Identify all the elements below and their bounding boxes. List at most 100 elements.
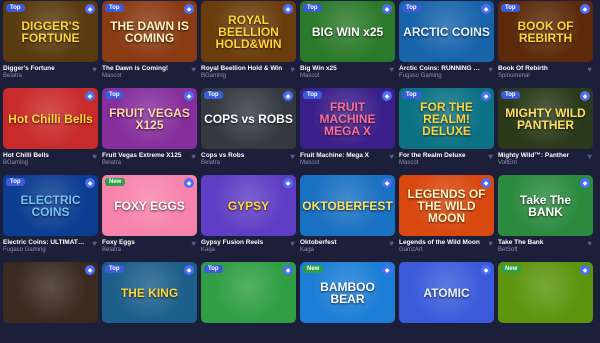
game-card[interactable]: OKTOBERFEST ◆ Oktoberfest Kaga ♥ — [300, 175, 395, 256]
game-title: Take The Bank — [498, 239, 544, 246]
heart-icon[interactable]: ♥ — [389, 152, 394, 161]
game-title: Hot Chilli Bells — [3, 152, 49, 159]
game-card[interactable]: New ◆ — [498, 262, 593, 343]
gem-icon: ◆ — [85, 4, 95, 14]
heart-icon[interactable]: ♥ — [587, 152, 592, 161]
game-card[interactable]: BIG WIN x25 Top ◆ Big Win x25 Mascot ♥ — [300, 1, 395, 82]
gem-icon: ◆ — [85, 91, 95, 101]
game-title: Big Win x25 — [300, 65, 337, 72]
heart-icon[interactable]: ♥ — [191, 239, 196, 248]
game-thumbnail[interactable]: ROYAL BEELLION HOLD&WIN ◆ — [201, 1, 296, 62]
heart-icon[interactable]: ♥ — [488, 239, 493, 248]
game-card[interactable]: Top ◆ — [201, 262, 296, 343]
game-info: Royal Beellion Hold & Win BGaming ♥ — [201, 62, 296, 82]
game-badge: Top — [105, 4, 124, 12]
game-card[interactable]: ARCTIC COINS Top ◆ Arctic Coins: RUNNING… — [399, 1, 494, 82]
game-card[interactable]: BAMBOO BEAR New ◆ — [300, 262, 395, 343]
heart-icon[interactable]: ♥ — [389, 239, 394, 248]
game-thumbnail[interactable]: ARCTIC COINS Top ◆ — [399, 1, 494, 62]
game-provider: Kaga — [201, 247, 216, 253]
game-thumbnail[interactable]: BIG WIN x25 Top ◆ — [300, 1, 395, 62]
game-info: The Dawn is Coming! Mascot ♥ — [102, 62, 197, 82]
game-card[interactable]: Hot Chilli Bells ◆ Hot Chilli Bells BGam… — [3, 88, 98, 169]
game-info: Take The Bank BetSoft ♥ — [498, 236, 593, 256]
heart-icon[interactable]: ♥ — [587, 65, 592, 74]
game-thumbnail[interactable]: THE DAWN IS COMING Top ◆ — [102, 1, 197, 62]
game-thumbnail[interactable]: FRUIT MACHINE MEGA X Top ◆ — [300, 88, 395, 149]
game-thumbnail[interactable]: Top ◆ — [201, 262, 296, 323]
game-thumbnail[interactable]: Hot Chilli Bells ◆ — [3, 88, 98, 149]
game-badge: Top — [105, 91, 124, 99]
game-provider: Belatra — [102, 160, 122, 166]
game-thumbnail[interactable]: FOXY EGGS New ◆ — [102, 175, 197, 236]
gem-icon: ◆ — [283, 4, 293, 14]
game-thumbnail[interactable]: ATOMIC ◆ — [399, 262, 494, 323]
game-badge: Top — [501, 91, 520, 99]
heart-icon[interactable]: ♥ — [290, 239, 295, 248]
game-logo: FOR THE REALM! DELUXE — [420, 99, 473, 138]
game-logo: FRUIT VEGAS X125 — [109, 105, 190, 132]
game-card[interactable]: Take The BANK ◆ Take The Bank BetSoft ♥ — [498, 175, 593, 256]
gem-icon: ◆ — [283, 91, 293, 101]
game-title: Book Of Rebirth — [498, 65, 548, 72]
game-card[interactable]: ELECTRIC COINS Top ◆ Electric Coins: ULT… — [3, 175, 98, 256]
heart-icon[interactable]: ♥ — [92, 239, 97, 248]
game-thumbnail[interactable]: OKTOBERFEST ◆ — [300, 175, 395, 236]
game-badge: New — [501, 265, 522, 273]
game-card[interactable]: LEGENDS OF THE WILD MOON ◆ Legends of th… — [399, 175, 494, 256]
gem-icon: ◆ — [382, 178, 392, 188]
game-thumbnail[interactable]: THE KING Top ◆ — [102, 262, 197, 323]
game-card[interactable]: DIGGER'S FORTUNE Top ◆ Digger's Fortune … — [3, 1, 98, 82]
game-thumbnail[interactable]: Take The BANK ◆ — [498, 175, 593, 236]
game-logo: GYPSY — [227, 198, 270, 213]
heart-icon[interactable]: ♥ — [488, 152, 493, 161]
game-card[interactable]: FOR THE REALM! DELUXE Top ◆ For the Real… — [399, 88, 494, 169]
game-badge: Top — [402, 91, 421, 99]
game-card[interactable]: FRUIT VEGAS X125 Top ◆ Fruit Vegas Extre… — [102, 88, 197, 169]
game-thumbnail[interactable]: FOR THE REALM! DELUXE Top ◆ — [399, 88, 494, 149]
heart-icon[interactable]: ♥ — [191, 65, 196, 74]
game-provider: Fugaso Gaming — [399, 73, 442, 79]
game-thumbnail[interactable]: COPS vs ROBS Top ◆ — [201, 88, 296, 149]
game-card[interactable]: ◆ — [3, 262, 98, 343]
game-thumbnail[interactable]: BOOK OF REBIRTH Top ◆ — [498, 1, 593, 62]
game-title: Fruit Machine: Mega X — [300, 152, 369, 159]
game-thumbnail[interactable]: DIGGER'S FORTUNE Top ◆ — [3, 1, 98, 62]
game-thumbnail[interactable]: BAMBOO BEAR New ◆ — [300, 262, 395, 323]
game-thumbnail[interactable]: ◆ — [3, 262, 98, 323]
game-thumbnail[interactable]: FRUIT VEGAS X125 Top ◆ — [102, 88, 197, 149]
game-info — [102, 323, 197, 343]
heart-icon[interactable]: ♥ — [587, 239, 592, 248]
gem-icon: ◆ — [283, 178, 293, 188]
game-card[interactable]: GYPSY ◆ Gypsy Fusion Reels Kaga ♥ — [201, 175, 296, 256]
game-badge: New — [105, 178, 126, 186]
heart-icon[interactable]: ♥ — [92, 152, 97, 161]
game-card[interactable]: ATOMIC ◆ — [399, 262, 494, 343]
game-thumbnail[interactable]: GYPSY ◆ — [201, 175, 296, 236]
game-card[interactable]: THE KING Top ◆ — [102, 262, 197, 343]
game-logo: Hot Chilli Bells — [8, 111, 93, 126]
game-card[interactable]: MIGHTY WILD PANTHER Top ◆ Mighty Wild™: … — [498, 88, 593, 169]
game-card[interactable]: THE DAWN IS COMING Top ◆ The Dawn is Com… — [102, 1, 197, 82]
game-thumbnail[interactable]: LEGENDS OF THE WILD MOON ◆ — [399, 175, 494, 236]
game-card[interactable]: COPS vs ROBS Top ◆ Cops vs Robs Belatra … — [201, 88, 296, 169]
heart-icon[interactable]: ♥ — [191, 152, 196, 161]
heart-icon[interactable]: ♥ — [92, 65, 97, 74]
game-card[interactable]: FOXY EGGS New ◆ Foxy Eggs Belatra ♥ — [102, 175, 197, 256]
game-logo: THE DAWN IS COMING — [110, 18, 189, 45]
gem-icon: ◆ — [481, 4, 491, 14]
game-title: The Dawn is Coming! — [102, 65, 169, 72]
game-thumbnail[interactable]: ELECTRIC COINS Top ◆ — [3, 175, 98, 236]
game-thumbnail[interactable]: New ◆ — [498, 262, 593, 323]
game-badge: Top — [204, 91, 223, 99]
game-card[interactable]: FRUIT MACHINE MEGA X Top ◆ Fruit Machine… — [300, 88, 395, 169]
game-logo: MIGHTY WILD PANTHER — [505, 105, 586, 132]
game-card[interactable]: ROYAL BEELLION HOLD&WIN ◆ Royal Beellion… — [201, 1, 296, 82]
heart-icon[interactable]: ♥ — [290, 152, 295, 161]
heart-icon[interactable]: ♥ — [389, 65, 394, 74]
heart-icon[interactable]: ♥ — [290, 65, 295, 74]
game-card[interactable]: BOOK OF REBIRTH Top ◆ Book Of Rebirth Sp… — [498, 1, 593, 82]
gem-icon: ◆ — [481, 91, 491, 101]
heart-icon[interactable]: ♥ — [488, 65, 493, 74]
game-thumbnail[interactable]: MIGHTY WILD PANTHER Top ◆ — [498, 88, 593, 149]
